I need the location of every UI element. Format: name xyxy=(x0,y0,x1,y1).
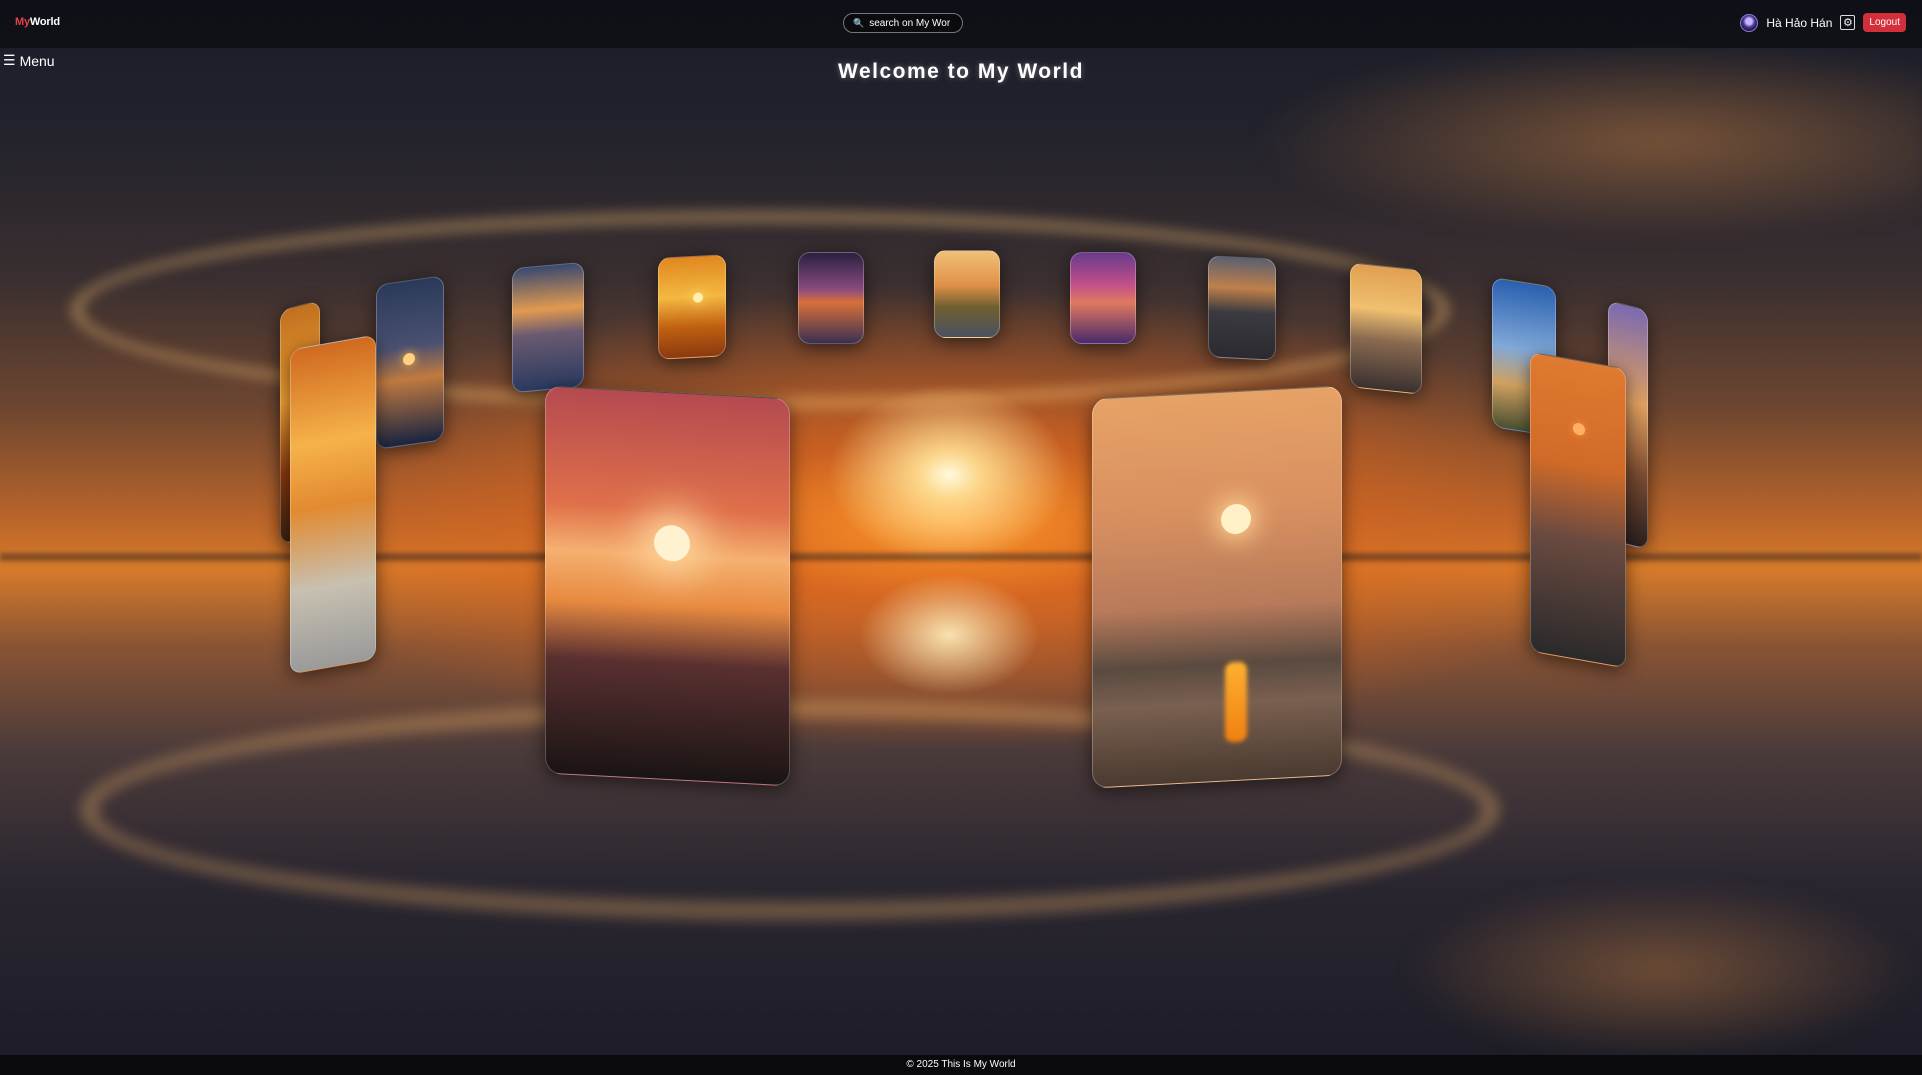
photo-card[interactable] xyxy=(934,250,1000,338)
search-box[interactable]: 🔍 xyxy=(843,13,963,33)
photo-card[interactable] xyxy=(376,275,444,450)
photo-card[interactable] xyxy=(512,261,584,394)
photo-sun xyxy=(693,292,703,303)
photo-sun xyxy=(1573,422,1585,437)
page-title: Welcome to My World xyxy=(838,60,1084,83)
photo-card[interactable] xyxy=(1350,262,1422,395)
avatar[interactable] xyxy=(1740,13,1759,32)
photo-card[interactable] xyxy=(1208,255,1276,361)
user-area: Hà Hảo Hán ⚙ Logout xyxy=(1740,13,1906,32)
photo-card[interactable] xyxy=(290,334,376,675)
photo-sun xyxy=(1221,503,1251,535)
photo-card[interactable] xyxy=(798,252,864,344)
photo-card-featured[interactable] xyxy=(545,385,790,787)
top-navbar: MyWorld 🔍 Hà Hảo Hán ⚙ Logout xyxy=(0,0,1922,48)
background-clouds-bottom xyxy=(1400,880,1920,1060)
photo-card[interactable] xyxy=(1070,252,1136,344)
photo-sun-reflection xyxy=(1225,661,1247,743)
gear-icon[interactable]: ⚙ xyxy=(1840,15,1856,30)
user-name[interactable]: Hà Hảo Hán xyxy=(1766,16,1832,30)
logout-button[interactable]: Logout xyxy=(1863,13,1906,32)
photo-card-featured[interactable] xyxy=(1092,385,1342,789)
search-icon: 🔍 xyxy=(853,17,865,28)
photo-card[interactable] xyxy=(1530,351,1626,669)
photo-sun xyxy=(654,524,690,563)
photo-card[interactable] xyxy=(658,254,726,360)
brand-logo[interactable]: MyWorld xyxy=(15,16,60,28)
horizon-line xyxy=(0,553,1922,561)
footer: © 2025 This Is My World xyxy=(0,1055,1922,1075)
search-input[interactable] xyxy=(869,17,956,29)
brand-logo-my: My xyxy=(15,16,30,28)
photo-sun xyxy=(403,352,415,366)
brand-logo-world: World xyxy=(29,16,60,28)
